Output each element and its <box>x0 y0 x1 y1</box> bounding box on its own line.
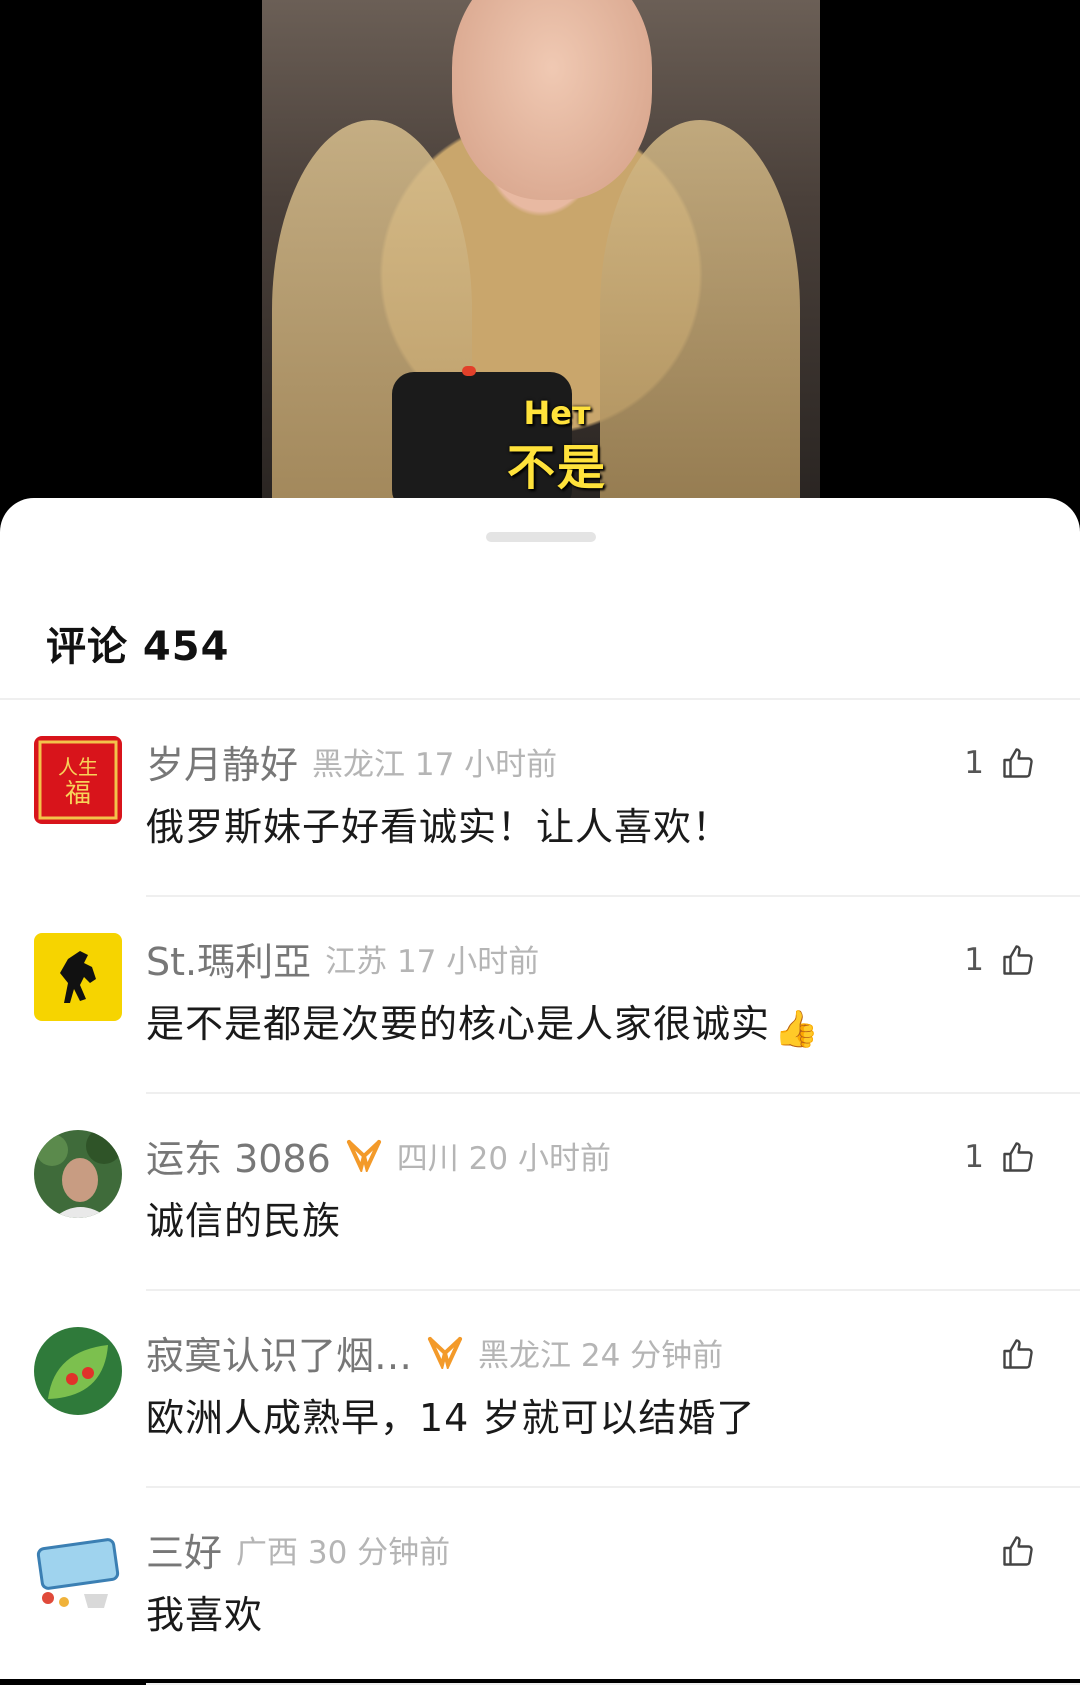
comment-list: 人生 福 岁月静好 黑龙江 17 小时前 俄罗斯妹子好看诚实！让人喜欢！ 1 S… <box>0 700 1080 1685</box>
like-button[interactable] <box>984 1526 1036 1576</box>
video-scene-mic-light <box>462 366 476 376</box>
comment-nickname[interactable]: 寂寞认识了烟… <box>146 1325 412 1380</box>
like-count: 1 <box>964 745 984 781</box>
comment-item: 运东 3086 四川 20 小时前 诚信的民族 1 <box>0 1094 1080 1291</box>
vip-ribbon-icon <box>345 1138 383 1174</box>
thumbs-up-emoji-icon: 👍 <box>774 1009 820 1050</box>
comment-item: St.瑪利亞 江苏 17 小时前 是不是都是次要的核心是人家很诚实 👍 1 <box>0 897 1080 1094</box>
comments-sheet: 评论 454 人生 福 岁月静好 黑龙江 17 小时前 俄罗斯妹子好看诚实！让人… <box>0 498 1080 1685</box>
comments-title: 评论 454 <box>46 624 230 670</box>
comment-text: 我喜欢 <box>146 1593 264 1637</box>
thumbs-up-outline-icon <box>1003 1536 1033 1566</box>
svg-text:人生: 人生 <box>58 755 98 779</box>
comment-text: 诚信的民族 <box>146 1199 342 1243</box>
ferrari-horse-avatar[interactable] <box>34 933 122 1021</box>
sheet-drag-handle[interactable] <box>486 532 596 542</box>
comment-location-time: 广西 30 分钟前 <box>236 1534 451 1571</box>
comment-location-time: 黑龙江 24 分钟前 <box>478 1337 724 1374</box>
like-button[interactable] <box>984 1329 1036 1379</box>
thumbs-up-outline-icon <box>1003 1142 1033 1172</box>
comment-item: 人生 福 岁月静好 黑龙江 17 小时前 俄罗斯妹子好看诚实！让人喜欢！ 1 <box>0 700 1080 897</box>
like-button[interactable]: 1 <box>964 1132 1036 1182</box>
like-count: 1 <box>964 942 984 978</box>
comment-text: 是不是都是次要的核心是人家很诚实 👍 <box>146 993 820 1050</box>
video-player[interactable]: Нет 不是 <box>0 0 1080 540</box>
comment-nickname[interactable]: 岁月静好 <box>146 734 298 789</box>
comment-location-time: 四川 20 小时前 <box>396 1140 611 1177</box>
video-scene-face <box>452 0 652 200</box>
like-button[interactable]: 1 <box>964 738 1036 788</box>
comment-text: 欧洲人成熟早，14 岁就可以结婚了 <box>146 1396 756 1440</box>
thumbs-up-outline-icon <box>1003 1339 1033 1369</box>
video-frame[interactable]: Нет 不是 <box>262 0 820 500</box>
comment-nickname[interactable]: 运东 3086 <box>146 1128 331 1183</box>
comment-item: 寂寞认识了烟… 黑龙江 24 分钟前 欧洲人成熟早，14 岁就可以结婚了 <box>0 1291 1080 1488</box>
green-leaf-avatar[interactable] <box>34 1327 122 1415</box>
comment-item: 三好 广西 30 分钟前 我喜欢 <box>0 1488 1080 1685</box>
cartoon-sign-avatar[interactable] <box>34 1524 122 1612</box>
thumbs-up-outline-icon <box>1003 748 1033 778</box>
like-button[interactable]: 1 <box>964 935 1036 985</box>
vip-ribbon-icon <box>426 1335 464 1371</box>
like-count: 1 <box>964 1139 984 1175</box>
comment-nickname[interactable]: St.瑪利亞 <box>146 931 311 986</box>
comment-text: 俄罗斯妹子好看诚实！让人喜欢！ <box>146 805 732 849</box>
thumbs-up-outline-icon <box>1003 945 1033 975</box>
comment-nickname[interactable]: 三好 <box>146 1522 222 1577</box>
svg-text:福: 福 <box>65 779 91 809</box>
comment-location-time: 江苏 17 小时前 <box>325 943 540 980</box>
man-photo-avatar[interactable] <box>34 1130 122 1218</box>
comment-location-time: 黑龙江 17 小时前 <box>312 746 558 783</box>
video-subtitle-chinese: 不是 <box>506 440 607 496</box>
red-banner-avatar[interactable]: 人生 福 <box>34 736 122 824</box>
video-subtitle-russian: Нет <box>523 394 591 432</box>
comment-text-body: 是不是都是次要的核心是人家很诚实 <box>146 1002 771 1046</box>
